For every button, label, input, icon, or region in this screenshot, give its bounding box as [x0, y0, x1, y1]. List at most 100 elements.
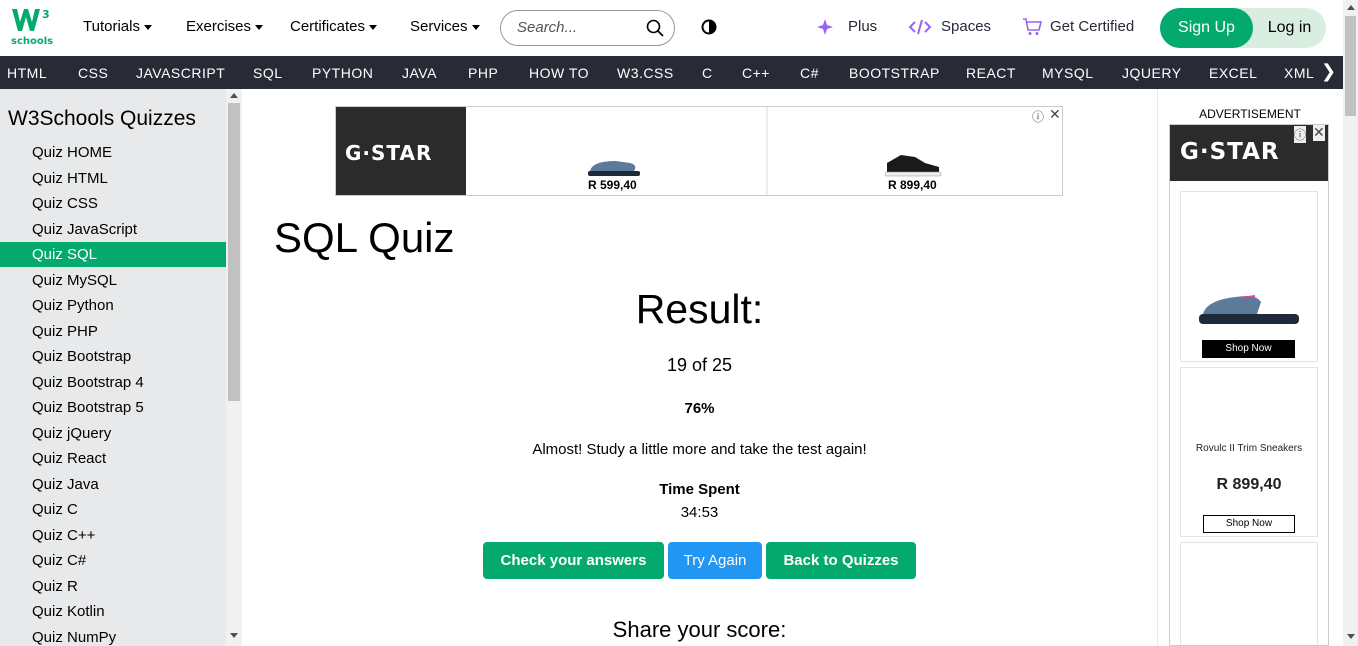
signup-button[interactable]: Sign Up [1160, 8, 1253, 48]
ad-brand-panel: G·STAR [336, 107, 466, 195]
topic-w3css[interactable]: W3.CSS [617, 65, 674, 81]
sidebar-item-quiz-home[interactable]: Quiz HOME [0, 140, 226, 165]
topic-c[interactable]: C [702, 65, 713, 81]
sidebar-item-quiz-bootstrap-5[interactable]: Quiz Bootstrap 5 [0, 395, 226, 420]
topic-bootstrap[interactable]: BOOTSTRAP [849, 65, 940, 81]
topic-csharp[interactable]: C# [800, 65, 819, 81]
tutorials-menu[interactable]: Tutorials [83, 18, 152, 35]
sidebar-item-quiz-css[interactable]: Quiz CSS [0, 191, 226, 216]
page-scrollbar[interactable] [1343, 0, 1358, 646]
caret-down-icon [143, 24, 152, 30]
skyscraper-ad[interactable]: G·STAR ⓘ ✕ Shop Now Rovulc II Trim Sneak… [1169, 124, 1329, 646]
sidebar-item-quiz-c[interactable]: Quiz C [0, 497, 226, 522]
w3schools-logo[interactable]: 3 schools [9, 6, 54, 47]
sidebar-item-quiz-sql[interactable]: Quiz SQL [0, 242, 226, 267]
topic-java[interactable]: JAVA [402, 65, 437, 81]
auth-group: Sign Up Log in [1160, 8, 1326, 48]
sidebar-item-quiz-c[interactable]: Quiz C# [0, 548, 226, 573]
back-to-quizzes-button[interactable]: Back to Quizzes [766, 542, 916, 579]
ad-close-icon[interactable]: ✕ [1313, 125, 1325, 141]
ad-product-card-3[interactable] [1180, 542, 1318, 645]
logo-superscript: 3 [42, 8, 49, 21]
topic-xml[interactable]: XML [1284, 65, 1314, 81]
scroll-down-icon[interactable] [230, 633, 238, 638]
topic-php[interactable]: PHP [468, 65, 498, 81]
topic-cpp[interactable]: C++ [742, 65, 770, 81]
sidebar-item-quiz-react[interactable]: Quiz React [0, 446, 226, 471]
get-certified-label: Get Certified [1050, 18, 1135, 35]
score-text: 19 of 25 [666, 355, 733, 375]
sidebar-item-quiz-c[interactable]: Quiz C++ [0, 523, 226, 548]
ad-price-2: R 899,40 [888, 178, 937, 192]
sneaker-image [884, 155, 942, 177]
sidebar-item-quiz-bootstrap[interactable]: Quiz Bootstrap [0, 344, 226, 369]
logo-text: schools [11, 36, 54, 47]
caret-down-icon [369, 24, 378, 30]
sidebar-item-quiz-java[interactable]: Quiz Java [0, 472, 226, 497]
topic-howto[interactable]: HOW TO [529, 65, 589, 81]
ad-info-icon[interactable]: ⓘ [1294, 126, 1307, 143]
scroll-up-icon[interactable] [230, 93, 238, 98]
advertisement-label: ADVERTISEMENT [1199, 107, 1301, 121]
ad-close-icon[interactable]: ✕ [1049, 107, 1061, 123]
topic-css[interactable]: CSS [78, 65, 108, 81]
top-navbar: 3 schools Tutorials Exercises Certificat… [0, 0, 1358, 56]
scroll-down-icon[interactable] [1347, 634, 1355, 639]
sidebar-item-quiz-kotlin[interactable]: Quiz Kotlin [0, 599, 226, 624]
login-button[interactable]: Log in [1253, 8, 1326, 48]
search-icon[interactable] [646, 19, 664, 37]
search-input[interactable] [517, 19, 637, 36]
plus-link[interactable]: Plus [816, 18, 877, 35]
ad-info-icon[interactable]: ⓘ [1032, 108, 1044, 125]
sidebar-item-quiz-jquery[interactable]: Quiz jQuery [0, 421, 226, 446]
scroll-up-icon[interactable] [1347, 5, 1355, 10]
topic-python[interactable]: PYTHON [312, 65, 373, 81]
caret-down-icon [255, 24, 264, 30]
services-menu[interactable]: Services [410, 18, 480, 35]
sparkle-icon [817, 19, 833, 35]
w3-logo-icon: 3 [12, 8, 49, 31]
exercises-menu[interactable]: Exercises [186, 18, 264, 35]
shop-now-button[interactable]: Shop Now [1203, 515, 1295, 533]
sidebar-scrollbar[interactable] [226, 89, 242, 646]
topic-nav-bar: HTML CSS JAVASCRIPT SQL PYTHON JAVA PHP … [0, 56, 1343, 89]
ad-product-card-1[interactable]: Shop Now [1180, 191, 1318, 362]
topic-sql[interactable]: SQL [253, 65, 283, 81]
topic-javascript[interactable]: JAVASCRIPT [136, 65, 225, 81]
quiz-sidebar: W3Schools Quizzes Quiz HOME Quiz HTML Quiz… [0, 89, 242, 646]
scroll-thumb[interactable] [1345, 16, 1356, 116]
search-box [500, 10, 675, 46]
ad-brand-logo: G·STAR [1180, 139, 1280, 165]
try-again-button[interactable]: Try Again [668, 542, 762, 579]
sidebar-item-quiz-numpy[interactable]: Quiz NumPy [0, 625, 226, 646]
sidebar-item-quiz-bootstrap-4[interactable]: Quiz Bootstrap 4 [0, 370, 226, 395]
topic-react[interactable]: REACT [966, 65, 1016, 81]
topic-jquery[interactable]: JQUERY [1122, 65, 1182, 81]
shop-now-button[interactable]: Shop Now [1202, 340, 1295, 358]
get-certified-link[interactable]: Get Certified [1022, 18, 1134, 35]
sidebar-item-quiz-mysql[interactable]: Quiz MySQL [0, 268, 226, 293]
ad-product-2[interactable]: R 899,40 [768, 107, 1062, 195]
sidebar-item-quiz-javascript[interactable]: Quiz JavaScript [0, 217, 226, 242]
sidebar-item-quiz-r[interactable]: Quiz R [0, 574, 226, 599]
result-heading: Result: [635, 286, 764, 332]
sidebar-item-quiz-html[interactable]: Quiz HTML [0, 166, 226, 191]
topic-html[interactable]: HTML [7, 65, 47, 81]
topic-excel[interactable]: EXCEL [1209, 65, 1257, 81]
certificates-label: Certificates [290, 18, 366, 35]
banner-ad[interactable]: G·STAR R 599,40 R 899,40 ⓘ ✕ [335, 106, 1063, 196]
ad-product-1[interactable]: R 599,40 [466, 107, 766, 195]
cart-icon [1023, 18, 1043, 35]
ad-product-card-2[interactable]: Rovulc II Trim Sneakers R 899,40 Shop No… [1180, 367, 1318, 537]
sidebar-item-quiz-php[interactable]: Quiz PHP [0, 319, 226, 344]
certificates-menu[interactable]: Certificates [290, 18, 378, 35]
sidebar-item-quiz-python[interactable]: Quiz Python [0, 293, 226, 318]
contrast-toggle-icon[interactable] [701, 19, 717, 35]
topic-mysql[interactable]: MYSQL [1042, 65, 1094, 81]
spaces-link[interactable]: Spaces [909, 18, 991, 35]
code-icon [909, 19, 931, 35]
sidebar-title: W3Schools Quizzes [8, 107, 196, 130]
check-answers-button[interactable]: Check your answers [483, 542, 664, 579]
scroll-thumb[interactable] [228, 103, 240, 401]
chevron-right-icon[interactable]: ❯ [1314, 56, 1343, 89]
